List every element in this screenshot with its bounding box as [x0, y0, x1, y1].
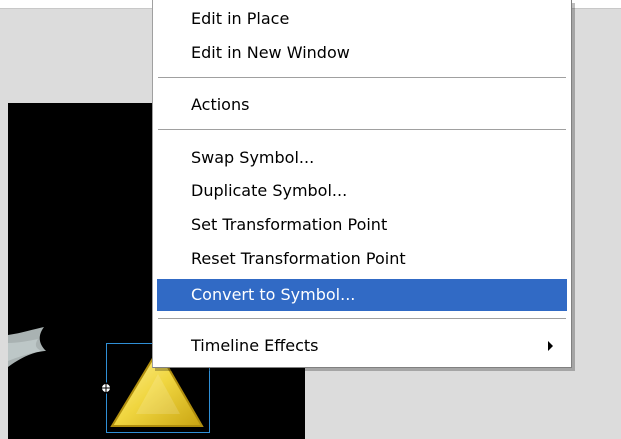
- menu-separator: [158, 77, 566, 79]
- menu-item-timeline-effects[interactable]: Timeline Effects: [157, 333, 567, 358]
- menu-item-edit-in-place[interactable]: Edit in Place: [157, 6, 567, 31]
- menu-separator: [158, 318, 566, 320]
- menu-item-convert-to-symbol[interactable]: Convert to Symbol...: [157, 279, 567, 311]
- menu-item-edit-in-new-window[interactable]: Edit in New Window: [157, 40, 567, 65]
- submenu-arrow-icon: [548, 341, 553, 351]
- registration-point-icon[interactable]: [100, 382, 112, 394]
- menu-item-set-transformation-point[interactable]: Set Transformation Point: [157, 212, 567, 237]
- menu-item-actions[interactable]: Actions: [157, 92, 567, 117]
- menu-item-label: Timeline Effects: [191, 336, 319, 355]
- grey-shard-shape[interactable]: [8, 327, 78, 377]
- menu-separator: [158, 129, 566, 131]
- context-menu: Edit in Place Edit in New Window Actions…: [152, 0, 572, 368]
- menu-item-duplicate-symbol[interactable]: Duplicate Symbol...: [157, 178, 567, 203]
- menu-item-swap-symbol[interactable]: Swap Symbol...: [157, 145, 567, 170]
- menu-item-reset-transformation-point[interactable]: Reset Transformation Point: [157, 246, 567, 271]
